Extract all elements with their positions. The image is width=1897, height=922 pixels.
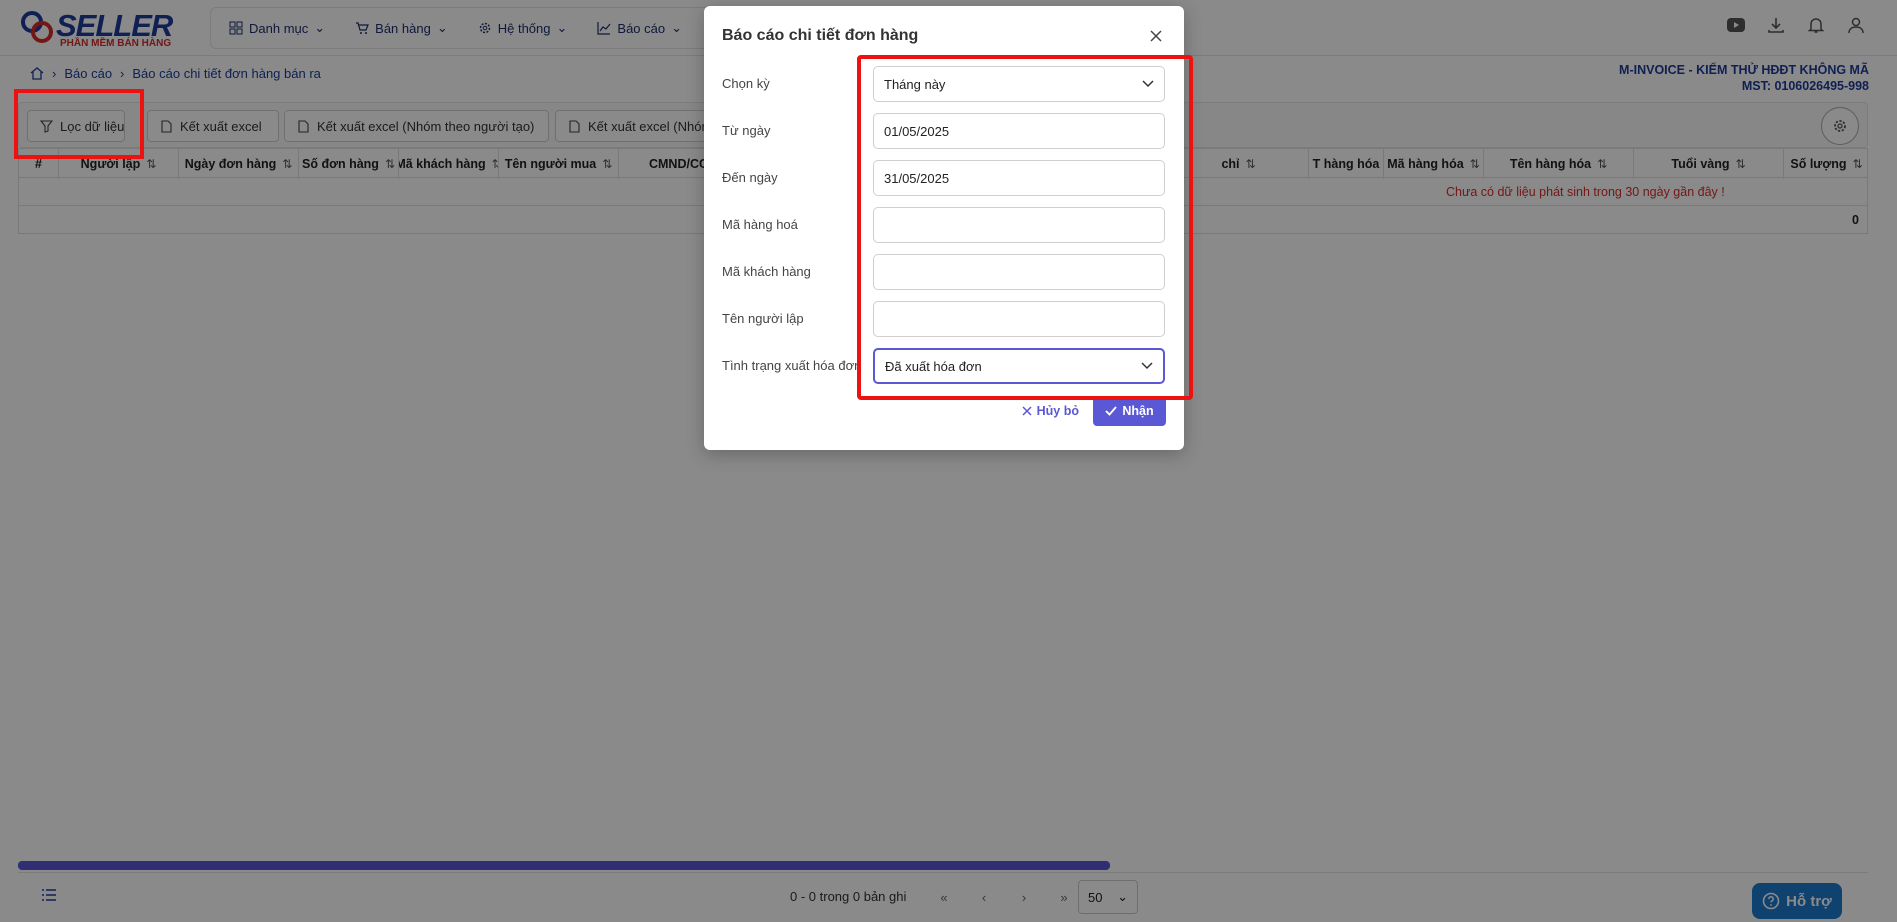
cancel-label: Hủy bỏ xyxy=(1036,404,1079,418)
from-date-input[interactable]: 01/05/2025 xyxy=(873,113,1165,149)
from-date-label: Từ ngày xyxy=(722,123,771,138)
from-date-value: 01/05/2025 xyxy=(884,123,950,139)
to-date-label: Đến ngày xyxy=(722,170,778,185)
product-code-label: Mã hàng hoá xyxy=(722,217,798,232)
customer-code-input[interactable] xyxy=(873,254,1165,290)
invoice-status-select[interactable]: Đã xuất hóa đơn xyxy=(873,348,1165,384)
invoice-status-label: Tình trạng xuất hóa đơn xyxy=(722,358,862,373)
chevron-down-icon xyxy=(1142,80,1154,88)
close-icon xyxy=(1150,30,1162,42)
period-select[interactable]: Tháng này xyxy=(873,66,1165,102)
field-to-date: Đến ngày 31/05/2025 xyxy=(722,160,1167,196)
customer-code-label: Mã khách hàng xyxy=(722,264,811,279)
period-label: Chọn kỳ xyxy=(722,76,770,91)
submit-label: Nhận xyxy=(1122,404,1154,418)
dialog-title: Báo cáo chi tiết đơn hàng xyxy=(722,27,919,44)
creator-name-input[interactable] xyxy=(873,301,1165,337)
to-date-value: 31/05/2025 xyxy=(884,170,950,186)
field-from-date: Từ ngày 01/05/2025 xyxy=(722,113,1167,149)
chevron-down-icon xyxy=(1141,362,1153,370)
field-customer-code: Mã khách hàng xyxy=(722,254,1167,290)
field-creator-name: Tên người lập xyxy=(722,301,1167,337)
field-period: Chọn kỳ Tháng này xyxy=(722,66,1167,102)
close-icon xyxy=(1022,406,1032,416)
to-date-input[interactable]: 31/05/2025 xyxy=(873,160,1165,196)
creator-name-label: Tên người lập xyxy=(722,311,804,326)
cancel-button[interactable]: Hủy bỏ xyxy=(1022,404,1079,418)
submit-button[interactable]: Nhận xyxy=(1093,396,1166,426)
check-icon xyxy=(1105,406,1118,416)
period-value: Tháng này xyxy=(884,76,946,92)
invoice-status-value: Đã xuất hóa đơn xyxy=(885,358,982,374)
dialog-actions: Hủy bỏ Nhận xyxy=(1022,396,1166,426)
close-button[interactable] xyxy=(1146,26,1166,46)
field-invoice-status: Tình trạng xuất hóa đơn Đã xuất hóa đơn xyxy=(722,348,1167,384)
product-code-input[interactable] xyxy=(873,207,1165,243)
report-filter-dialog: Báo cáo chi tiết đơn hàng Chọn kỳ Tháng … xyxy=(704,6,1184,450)
field-product-code: Mã hàng hoá xyxy=(722,207,1167,243)
